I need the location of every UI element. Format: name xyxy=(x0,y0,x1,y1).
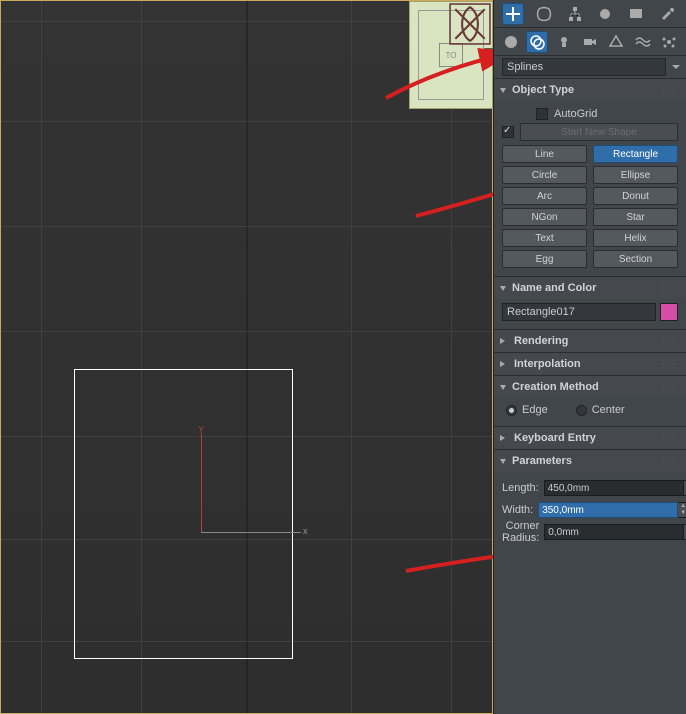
cameras-icon[interactable] xyxy=(580,32,600,52)
chevron-down-icon xyxy=(500,385,506,390)
rollout-title: Keyboard Entry xyxy=(514,432,596,444)
arc-button[interactable]: Arc xyxy=(502,187,587,205)
rollout-title: Interpolation xyxy=(514,358,581,370)
chevron-down-icon xyxy=(500,459,506,464)
center-radio[interactable]: Center xyxy=(576,404,625,416)
parameters-header[interactable]: Parameters ⋮⋮ xyxy=(494,450,686,472)
grid-line xyxy=(351,1,352,713)
chevron-right-icon xyxy=(500,361,508,367)
rollout-title: Parameters xyxy=(512,455,572,467)
donut-button[interactable]: Donut xyxy=(593,187,678,205)
grip-icon: ⋮⋮ xyxy=(658,433,680,444)
rollout-title: Rendering xyxy=(514,335,568,347)
length-spinner[interactable] xyxy=(544,480,684,496)
grip-icon: ⋮⋮ xyxy=(658,283,680,294)
geometry-icon[interactable] xyxy=(501,32,521,52)
object-name-input[interactable] xyxy=(502,303,656,321)
systems-icon[interactable] xyxy=(659,32,679,52)
ngon-button[interactable]: NGon xyxy=(502,208,587,226)
creation-method-header[interactable]: Creation Method ⋮⋮ xyxy=(494,376,686,398)
length-label: Length: xyxy=(502,482,544,494)
spacewarps-icon[interactable] xyxy=(633,32,653,52)
rollout-title: Name and Color xyxy=(512,282,596,294)
keyboard-entry-header[interactable]: Keyboard Entry ⋮⋮ xyxy=(494,427,686,449)
hierarchy-tab[interactable] xyxy=(565,4,585,24)
width-label: Width: xyxy=(502,504,538,516)
rectangle-shape[interactable] xyxy=(74,369,293,659)
axis-x-label: x xyxy=(303,526,308,536)
rectangle-button[interactable]: Rectangle xyxy=(593,145,678,163)
helix-button[interactable]: Helix xyxy=(593,229,678,247)
edge-radio[interactable]: Edge xyxy=(506,404,548,416)
star-button[interactable]: Star xyxy=(593,208,678,226)
text-button[interactable]: Text xyxy=(502,229,587,247)
chevron-down-icon xyxy=(500,88,506,93)
grip-icon: ⋮⋮ xyxy=(658,456,680,467)
thumbnail-box: TO xyxy=(439,43,463,67)
ellipse-button[interactable]: Ellipse xyxy=(593,166,678,184)
name-color-header[interactable]: Name and Color ⋮⋮ xyxy=(494,277,686,299)
color-swatch[interactable] xyxy=(660,303,678,321)
width-spinner[interactable] xyxy=(538,502,678,518)
corner-radius-label: Corner Radius: xyxy=(502,520,544,544)
section-button[interactable]: Section xyxy=(593,250,678,268)
chevron-down-icon xyxy=(500,286,506,291)
grip-icon: ⋮⋮ xyxy=(658,382,680,393)
rollout-title: Creation Method xyxy=(512,381,599,393)
spinner-arrows[interactable]: ▲▼ xyxy=(678,502,686,518)
helpers-icon[interactable] xyxy=(606,32,626,52)
grid-line xyxy=(1,331,492,332)
chevron-down-icon xyxy=(672,65,680,69)
lights-icon[interactable] xyxy=(554,32,574,52)
grid-line xyxy=(1,121,492,122)
object-type-header[interactable]: Object Type ⋮⋮ xyxy=(494,79,686,101)
grid-line xyxy=(41,1,42,713)
rollout-title: Object Type xyxy=(512,84,574,96)
rendering-header[interactable]: Rendering ⋮⋮ xyxy=(494,330,686,352)
grip-icon: ⋮⋮ xyxy=(658,359,680,370)
interpolation-header[interactable]: Interpolation ⋮⋮ xyxy=(494,353,686,375)
viewport[interactable]: TO E y x xyxy=(0,0,493,714)
create-tab[interactable] xyxy=(503,4,523,24)
command-panel-tabs xyxy=(494,0,686,28)
autogrid-checkbox[interactable] xyxy=(536,108,548,120)
egg-button[interactable]: Egg xyxy=(502,250,587,268)
category-dropdown[interactable]: Splines xyxy=(502,58,666,76)
shapes-icon[interactable] xyxy=(527,32,547,52)
utilities-tab[interactable] xyxy=(657,4,677,24)
chevron-right-icon xyxy=(500,338,508,344)
circle-button[interactable]: Circle xyxy=(502,166,587,184)
start-new-shape-checkbox[interactable] xyxy=(502,126,514,138)
chevron-right-icon xyxy=(500,435,508,441)
grip-icon: ⋮⋮ xyxy=(658,336,680,347)
line-button[interactable]: Line xyxy=(502,145,587,163)
command-panel: Splines Object Type ⋮⋮ AutoGrid Start Ne… xyxy=(493,0,686,714)
grid-line xyxy=(1,226,492,227)
grip-icon: ⋮⋮ xyxy=(658,85,680,96)
display-tab[interactable] xyxy=(626,4,646,24)
autogrid-label: AutoGrid xyxy=(554,108,597,120)
motion-tab[interactable] xyxy=(595,4,615,24)
knot-icon xyxy=(449,3,491,45)
start-new-shape-button[interactable]: Start New Shape xyxy=(520,123,678,141)
modify-tab[interactable] xyxy=(534,4,554,24)
corner-radius-spinner[interactable] xyxy=(544,524,684,540)
create-subtabs xyxy=(494,28,686,56)
